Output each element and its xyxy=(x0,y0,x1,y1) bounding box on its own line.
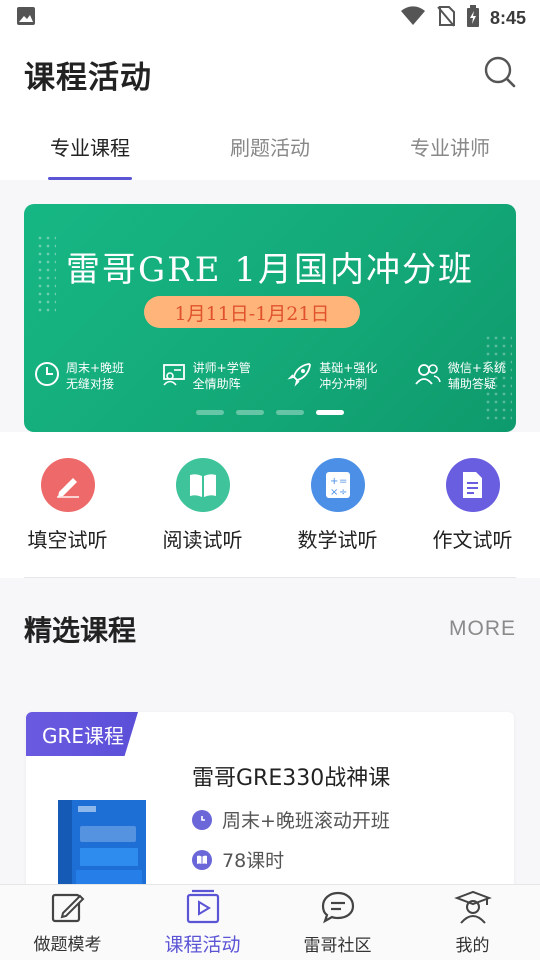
nav-label: 雷哥社区 xyxy=(303,936,372,956)
status-time: 8:45 xyxy=(489,7,526,28)
image-notification-icon xyxy=(16,6,36,30)
nav-practice-exam[interactable]: 做题模考 xyxy=(0,885,135,960)
course-cover-image xyxy=(54,798,150,898)
tab-bar: 专业课程 刷题活动 专业讲师 xyxy=(0,112,540,180)
banner-features: 周末+晚班 无缝对接 讲师+学管 全情助阵 基础+强化 冲分冲刺 微信+系统 辅… xyxy=(34,354,506,398)
edit-square-icon xyxy=(50,890,86,928)
nav-course-activities[interactable]: 课程活动 xyxy=(135,885,270,960)
nav-label: 做题模考 xyxy=(33,935,102,955)
users-icon xyxy=(414,361,442,391)
svg-text:÷: ÷ xyxy=(339,487,347,498)
svg-text:×: × xyxy=(330,487,338,498)
calculator-icon: + = × ÷ xyxy=(310,458,365,512)
carousel-dot[interactable] xyxy=(276,410,304,415)
course-card[interactable]: GRE课程 雷哥GRE330战神课 周末+晚班滚动开班 78课时 xyxy=(26,712,514,912)
tab-instructors[interactable]: 专业讲师 xyxy=(360,112,540,180)
bottom-navigation: 做题模考 课程活动 雷哥社区 我的 xyxy=(0,884,540,960)
header: 课程活动 xyxy=(0,36,540,112)
course-hours: 78课时 xyxy=(192,846,284,873)
quick-entry-label: 阅读试听 xyxy=(162,528,243,552)
play-folder-icon xyxy=(184,888,222,928)
banner-feature: 周末+晚班 无缝对接 xyxy=(34,354,124,398)
pencil-icon xyxy=(40,458,95,512)
book-icon xyxy=(192,849,212,870)
quick-entry-grid: 填空试听 阅读试听 + = × ÷ 数学试听 作文试听 xyxy=(0,432,540,578)
carousel-dot[interactable] xyxy=(196,410,224,415)
banner-feature: 微信+系统 辅助答疑 xyxy=(414,354,506,398)
banner-carousel: 雷哥GRE 1月国内冲分班 1月11日-1月21日 周末+晚班 无缝对接 讲师+… xyxy=(0,180,540,432)
feature-line: 全情助阵 xyxy=(192,377,241,391)
clock-icon xyxy=(192,809,212,830)
tab-professional-courses[interactable]: 专业课程 xyxy=(0,112,180,180)
banner-slide[interactable]: 雷哥GRE 1月国内冲分班 1月11日-1月21日 周末+晚班 无缝对接 讲师+… xyxy=(24,204,516,432)
feature-line: 基础+强化 xyxy=(319,361,378,375)
banner-feature: 基础+强化 冲分冲刺 xyxy=(287,354,377,398)
carousel-indicators xyxy=(24,410,516,415)
search-button[interactable] xyxy=(482,56,518,92)
course-title: 雷哥GRE330战神课 xyxy=(192,766,391,791)
wifi-icon xyxy=(400,6,426,30)
chat-bubble-icon xyxy=(319,889,357,929)
banner-date-pill: 1月11日-1月21日 xyxy=(144,296,360,328)
rocket-icon xyxy=(287,361,313,391)
quick-entry-label: 数学试听 xyxy=(297,528,378,552)
no-sim-icon xyxy=(436,5,456,31)
course-tag: GRE课程 xyxy=(26,712,138,756)
course-hours-text: 78课时 xyxy=(222,850,285,872)
feature-line: 辅助答疑 xyxy=(447,377,496,391)
quick-entry-math[interactable]: + = × ÷ 数学试听 xyxy=(278,432,398,578)
quick-entry-label: 填空试听 xyxy=(27,528,108,552)
quick-entry-reading[interactable]: 阅读试听 xyxy=(143,432,263,578)
status-bar: 8:45 xyxy=(0,0,540,36)
nav-label: 我的 xyxy=(455,936,490,956)
feature-line: 无缝对接 xyxy=(66,377,115,391)
nav-profile[interactable]: 我的 xyxy=(405,885,540,960)
app-screen: 8:45 课程活动 专业课程 刷题活动 专业讲师 雷哥GRE 1月国内冲分班 1… xyxy=(0,0,540,960)
clock-icon xyxy=(34,361,60,391)
section-title: 精选课程 xyxy=(24,614,137,647)
document-icon xyxy=(445,458,500,512)
feature-line: 周末+晚班 xyxy=(66,361,125,375)
carousel-dot[interactable] xyxy=(236,410,264,415)
quick-entry-fill-blank[interactable]: 填空试听 xyxy=(8,432,128,578)
feature-line: 冲分冲刺 xyxy=(319,377,368,391)
svg-text:=: = xyxy=(339,476,347,487)
teacher-icon xyxy=(161,361,187,391)
search-icon xyxy=(483,55,517,93)
graduate-icon xyxy=(453,889,492,929)
tab-practice-activities[interactable]: 刷题活动 xyxy=(180,112,360,180)
nav-label: 课程活动 xyxy=(164,934,241,956)
carousel-dot-active[interactable] xyxy=(316,410,344,415)
course-tag-label: GRE课程 xyxy=(42,723,125,748)
quick-entry-writing[interactable]: 作文试听 xyxy=(413,432,533,578)
banner-feature: 讲师+学管 全情助阵 xyxy=(161,354,251,398)
feature-line: 讲师+学管 xyxy=(192,361,251,375)
featured-courses-header: 精选课程 MORE xyxy=(0,578,540,690)
course-schedule-text: 周末+晚班滚动开班 xyxy=(222,810,390,832)
feature-line: 微信+系统 xyxy=(447,361,506,375)
banner-title: 雷哥GRE 1月国内冲分班 xyxy=(65,250,475,290)
nav-community[interactable]: 雷哥社区 xyxy=(270,885,405,960)
quick-entry-label: 作文试听 xyxy=(432,528,513,552)
more-link[interactable]: MORE xyxy=(449,617,516,641)
battery-charging-icon xyxy=(466,5,480,31)
page-title: 课程活动 xyxy=(24,59,152,96)
course-schedule: 周末+晚班滚动开班 xyxy=(192,806,390,833)
book-icon xyxy=(175,458,230,512)
svg-text:+: + xyxy=(330,476,338,487)
